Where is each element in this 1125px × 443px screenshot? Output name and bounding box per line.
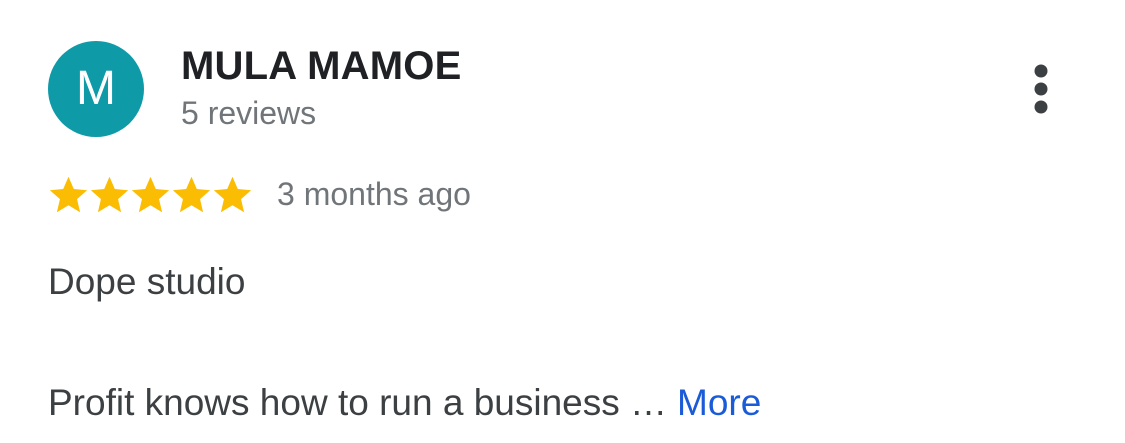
more-vert-icon <box>1034 64 1048 114</box>
author-name[interactable]: MULA MAMOE <box>181 44 461 88</box>
review-text-line: Dope studio <box>48 261 246 302</box>
review-card: M MULA MAMOE 5 reviews 3 months ago Dope… <box>0 0 1125 443</box>
review-text-line: Profit knows how to run a business … More <box>48 381 761 425</box>
star-icon <box>49 176 88 212</box>
review-text-snippet: Profit knows how to run a business … <box>48 382 668 423</box>
star-icon <box>213 176 252 212</box>
star-icon <box>90 176 129 212</box>
review-date: 3 months ago <box>277 176 471 212</box>
star-icon <box>131 176 170 212</box>
more-link[interactable]: More <box>677 382 761 423</box>
star-icon <box>172 176 211 212</box>
rating-row: 3 months ago <box>48 172 471 216</box>
avatar[interactable]: M <box>48 41 144 137</box>
star-rating <box>48 174 253 215</box>
review-count: 5 reviews <box>181 95 317 131</box>
more-options-button[interactable] <box>1020 62 1062 116</box>
